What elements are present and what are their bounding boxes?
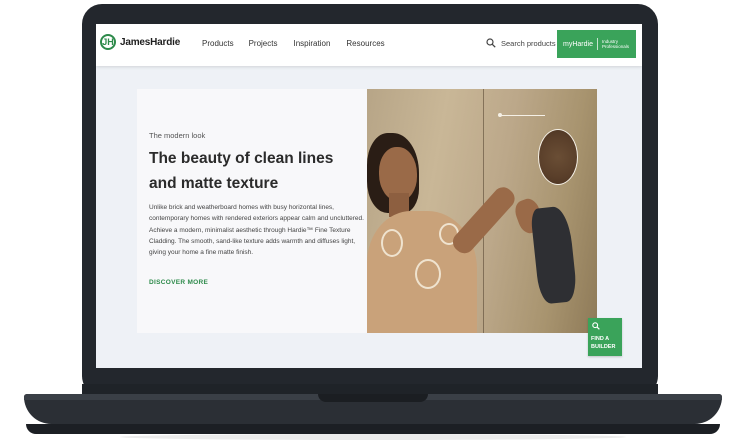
find-a-builder-label: FIND A BUILDER [591, 336, 616, 350]
hero-headline: The beauty of clean lines and matte text… [149, 150, 334, 192]
texture-zoom-circle [538, 129, 578, 185]
nav-item-products[interactable]: Products [202, 39, 234, 48]
hero-text-panel: The modern look The beauty of clean line… [137, 89, 367, 333]
industry-professionals-label: Industry Professionals [601, 39, 629, 49]
laptop-notch [318, 394, 428, 402]
industry-professionals-button[interactable]: myHardie Industry Professionals [557, 30, 636, 58]
myhardie-label: myHardie [563, 40, 593, 48]
hero-card: The modern look The beauty of clean line… [137, 89, 597, 333]
nav-item-projects[interactable]: Projects [249, 39, 278, 48]
laptop-shadow [120, 434, 626, 440]
jameshardie-logo-icon: JH [100, 34, 116, 50]
find-a-builder-button[interactable]: FIND A BUILDER [588, 318, 622, 356]
hero-eyebrow: The modern look [149, 131, 206, 140]
nav-item-resources[interactable]: Resources [346, 39, 384, 48]
site-header: JH JamesHardie Products Projects Inspira… [96, 24, 642, 66]
main-nav: Products Projects Inspiration Resources [202, 39, 385, 48]
divider [596, 38, 598, 50]
hero-image [367, 89, 597, 333]
search-products[interactable]: Search products [486, 38, 556, 48]
shirt-pattern [415, 259, 441, 289]
search-icon [592, 322, 600, 330]
nav-item-inspiration[interactable]: Inspiration [293, 39, 330, 48]
brand-name: JamesHardie [120, 36, 181, 48]
hero-body-text: Unlike brick and weatherboard homes with… [149, 204, 364, 257]
texture-callout-line [501, 115, 545, 116]
shirt-pattern [381, 229, 403, 257]
brand-logo[interactable]: JH JamesHardie [100, 34, 180, 50]
laptop-feet [26, 424, 720, 434]
cleaning-cloth [530, 205, 578, 305]
search-label: Search products [501, 38, 556, 48]
laptop-screen: JH JamesHardie Products Projects Inspira… [96, 24, 642, 368]
search-icon [486, 38, 496, 48]
discover-more-link[interactable]: DISCOVER MORE [149, 279, 208, 286]
